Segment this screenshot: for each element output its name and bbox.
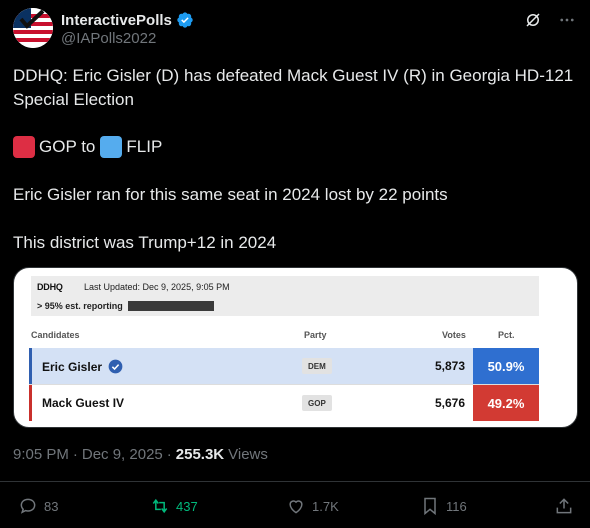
flip-from-text: GOP to bbox=[39, 137, 96, 156]
verified-badge-icon bbox=[177, 12, 193, 28]
header-actions bbox=[523, 10, 577, 30]
last-updated-text: Last Updated: Dec 9, 2025, 9:05 PM bbox=[84, 282, 230, 292]
repost-icon bbox=[152, 498, 168, 514]
col-header-votes: Votes bbox=[442, 330, 466, 340]
col-header-candidates: Candidates bbox=[31, 330, 80, 340]
party-badge: GOP bbox=[302, 395, 332, 411]
action-bar: 83 437 1.7K 116 bbox=[18, 494, 578, 518]
reply-count: 83 bbox=[44, 498, 59, 514]
share-button[interactable] bbox=[554, 494, 580, 518]
tweet-text-line3: Eric Gisler ran for this same seat in 20… bbox=[13, 185, 448, 204]
user-handle[interactable]: @IAPolls2022 bbox=[61, 30, 156, 47]
avatar[interactable] bbox=[13, 8, 53, 48]
results-image[interactable]: DDHQ Last Updated: Dec 9, 2025, 9:05 PM … bbox=[13, 267, 578, 428]
vote-percent: 50.9% bbox=[473, 348, 539, 384]
divider bbox=[0, 481, 590, 482]
candidate-name: Eric Gisler bbox=[42, 359, 103, 374]
views-count[interactable]: 255.3K bbox=[176, 446, 224, 463]
display-name[interactable]: InteractivePolls bbox=[61, 12, 172, 29]
tweet-text-line4: This district was Trump+12 in 2024 bbox=[13, 233, 277, 252]
repost-button[interactable]: 437 bbox=[150, 494, 198, 518]
tweet-time[interactable]: 9:05 PM bbox=[13, 446, 69, 463]
repost-count: 437 bbox=[176, 498, 198, 514]
reporting-progress-bar bbox=[128, 301, 214, 311]
reporting-text: > 95% est. reporting bbox=[37, 301, 123, 311]
like-count: 1.7K bbox=[312, 498, 339, 514]
vote-percent: 49.2% bbox=[473, 385, 539, 421]
bookmark-count: 116 bbox=[446, 498, 467, 514]
ddhq-banner: DDHQ Last Updated: Dec 9, 2025, 9:05 PM … bbox=[31, 276, 539, 316]
tweet-meta: 9:05 PM · Dec 9, 2025 · 255.3K Views bbox=[13, 446, 268, 463]
tweet-text-line1: DDHQ: Eric Gisler (D) has defeated Mack … bbox=[13, 66, 574, 109]
reply-icon bbox=[20, 498, 36, 514]
meta-separator: · bbox=[166, 446, 172, 463]
candidate-name-cell: Eric Gisler bbox=[42, 359, 123, 374]
like-button[interactable]: 1.7K bbox=[286, 494, 339, 518]
candidate-name: Mack Guest IV bbox=[42, 396, 125, 410]
red-square-icon bbox=[13, 136, 35, 158]
col-header-party: Party bbox=[304, 330, 327, 340]
checkmark-circle-icon bbox=[108, 359, 123, 374]
tweet-header: InteractivePolls @IAPolls2022 bbox=[13, 8, 577, 52]
heart-icon bbox=[289, 500, 303, 514]
ddhq-logo: DDHQ bbox=[37, 282, 63, 292]
vote-count: 5,676 bbox=[434, 396, 465, 410]
meta-separator: · bbox=[72, 446, 78, 463]
col-header-pct: Pct. bbox=[498, 330, 515, 340]
views-label: Views bbox=[228, 446, 268, 463]
grok-icon[interactable] bbox=[523, 10, 543, 30]
flip-to-text: FLIP bbox=[126, 137, 163, 156]
bookmark-button[interactable]: 116 bbox=[420, 494, 467, 518]
vote-count: 5,873 bbox=[434, 359, 465, 373]
more-options-icon[interactable] bbox=[557, 10, 577, 30]
reply-button[interactable]: 83 bbox=[18, 494, 58, 518]
tweet-date[interactable]: Dec 9, 2025 bbox=[82, 446, 163, 463]
flip-line: GOP to FLIP bbox=[13, 135, 162, 159]
candidate-row: Mack Guest IV GOP 5,676 49.2% bbox=[29, 385, 539, 421]
bookmark-icon bbox=[424, 497, 436, 516]
candidate-row: Eric Gisler DEM 5,873 50.9% bbox=[29, 348, 539, 384]
blue-square-icon bbox=[100, 136, 123, 158]
name-row: InteractivePolls bbox=[61, 10, 194, 30]
share-icon bbox=[556, 498, 572, 514]
party-badge: DEM bbox=[302, 358, 332, 374]
